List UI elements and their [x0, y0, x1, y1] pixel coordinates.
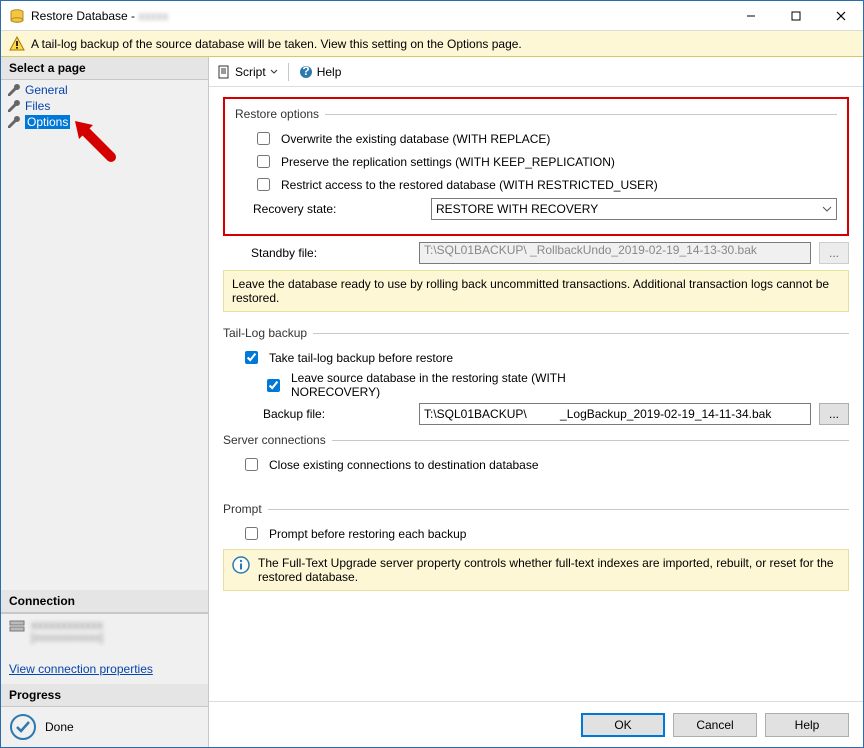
taillog-legend: Tail-Log backup: [223, 326, 307, 340]
help-button[interactable]: ? Help: [299, 65, 342, 79]
restore-options-legend: Restore options: [235, 107, 319, 121]
sidebar: Select a page General Files Options Conn…: [1, 57, 209, 747]
app-icon: [9, 8, 25, 24]
prompt-each-checkbox[interactable]: [245, 527, 258, 540]
wrench-icon: [7, 83, 21, 97]
backup-file-input[interactable]: [419, 403, 811, 425]
close-button[interactable]: [818, 1, 863, 30]
prompt-legend: Prompt: [223, 502, 262, 516]
take-taillog-checkbox[interactable]: [245, 351, 258, 364]
help-button-footer[interactable]: Help: [765, 713, 849, 737]
svg-text:?: ?: [302, 65, 309, 78]
server-icon: [9, 618, 25, 637]
sidebar-item-files[interactable]: Files: [5, 98, 204, 114]
window-buttons: [728, 1, 863, 30]
standby-browse-button[interactable]: ...: [819, 242, 849, 264]
script-button[interactable]: Script: [217, 65, 278, 79]
titlebar: Restore Database - xxxxx: [1, 1, 863, 31]
info-icon: [232, 556, 250, 574]
window-title: Restore Database - xxxxx: [31, 9, 728, 23]
standby-file-input: T:\SQL01BACKUP\ _RollbackUndo_2019-02-19…: [419, 242, 811, 264]
cancel-button[interactable]: Cancel: [673, 713, 757, 737]
warning-icon: [9, 36, 25, 52]
backup-file-label: Backup file:: [263, 407, 411, 421]
chevron-down-icon: [270, 68, 278, 76]
recovery-info: Leave the database ready to use by rolli…: [223, 270, 849, 312]
preserve-replication-checkbox[interactable]: [257, 155, 270, 168]
connection-header: Connection: [1, 590, 208, 613]
chevron-down-icon: [822, 204, 832, 214]
view-connection-link[interactable]: View connection properties: [1, 654, 208, 684]
wrench-icon: [7, 115, 21, 129]
wrench-icon: [7, 99, 21, 113]
minimize-button[interactable]: [728, 1, 773, 30]
dialog-footer: OK Cancel Help: [209, 701, 863, 747]
script-icon: [217, 65, 231, 79]
ok-button[interactable]: OK: [581, 713, 665, 737]
restore-database-window: Restore Database - xxxxx A tail-log back…: [0, 0, 864, 748]
server-connections-legend: Server connections: [223, 433, 326, 447]
fulltext-info: The Full-Text Upgrade server property co…: [223, 549, 849, 591]
overwrite-checkbox[interactable]: [257, 132, 270, 145]
sidebar-item-general[interactable]: General: [5, 82, 204, 98]
recovery-state-select[interactable]: RESTORE WITH RECOVERY: [431, 198, 837, 220]
connection-info: xxxxxxxxxxxx [xxxxxxxxxxxx]: [1, 613, 208, 654]
sidebar-item-options[interactable]: Options: [5, 114, 204, 130]
notice-text: A tail-log backup of the source database…: [31, 37, 522, 51]
recovery-state-label: Recovery state:: [253, 202, 423, 216]
notice-bar: A tail-log backup of the source database…: [1, 31, 863, 57]
backup-browse-button[interactable]: ...: [819, 403, 849, 425]
standby-file-label: Standby file:: [251, 246, 411, 260]
leave-restoring-checkbox[interactable]: [267, 379, 280, 392]
sidebar-header: Select a page: [1, 57, 208, 80]
restrict-access-checkbox[interactable]: [257, 178, 270, 191]
progress-status: Done: [1, 707, 208, 747]
toolbar: Script ? Help: [209, 57, 863, 87]
main-panel: Script ? Help Restore options Overwrite …: [209, 57, 863, 747]
progress-header: Progress: [1, 684, 208, 707]
close-connections-checkbox[interactable]: [245, 458, 258, 471]
checkmark-icon: [9, 713, 37, 741]
maximize-button[interactable]: [773, 1, 818, 30]
help-icon: ?: [299, 65, 313, 79]
restore-options-highlight: Restore options Overwrite the existing d…: [223, 97, 849, 236]
